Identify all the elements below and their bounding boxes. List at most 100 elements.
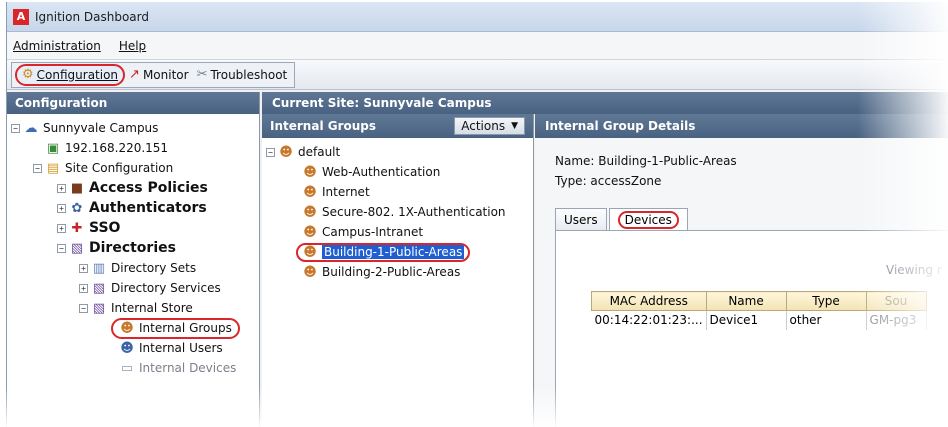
tree-item-internal-groups[interactable]: ☻ Internal Groups bbox=[7, 317, 259, 339]
internal-group-details-panel: Internal Group Details Name: Building-1-… bbox=[535, 114, 948, 427]
menu-bar: Administration Help bbox=[7, 32, 948, 60]
group-item[interactable]: ☻ Internet bbox=[262, 182, 533, 202]
tree-item-label: Internal Store bbox=[111, 301, 193, 315]
column-header-source[interactable]: Sou bbox=[865, 291, 927, 311]
tools-icon: ✂ bbox=[196, 67, 208, 82]
campus-icon: ☁ bbox=[24, 120, 38, 136]
tree-item-label: Site Configuration bbox=[65, 161, 174, 175]
group-icon: ☻ bbox=[303, 224, 317, 240]
site-config-icon: ▤ bbox=[46, 160, 60, 176]
directories-icon: ▧ bbox=[70, 240, 84, 256]
internal-store-icon: ▧ bbox=[92, 300, 106, 316]
devices-table: MAC Address Name Type Sou 00:14:22:01:23… bbox=[591, 291, 927, 330]
gear-icon: ⚙ bbox=[22, 67, 34, 82]
window-title: Ignition Dashboard bbox=[35, 9, 149, 24]
app-window: A Ignition Dashboard Administration Help… bbox=[6, 2, 948, 427]
device-icon: ▭ bbox=[120, 360, 134, 376]
tree-item-sso[interactable]: + ✚ SSO bbox=[7, 218, 259, 238]
expand-icon[interactable]: + bbox=[79, 283, 88, 293]
cell-name: Device1 bbox=[706, 310, 787, 330]
group-item[interactable]: ☻ Secure-802. 1X-Authentication bbox=[262, 202, 533, 222]
menu-administration[interactable]: Administration bbox=[13, 39, 101, 53]
directory-services-icon: ▧ bbox=[92, 280, 106, 296]
tree-item-directory-services[interactable]: + ▧ Directory Services bbox=[7, 278, 259, 298]
groups-tree: − ☻ default ☻ Web-Authentication ☻ Inter… bbox=[262, 138, 533, 282]
details-tabs: Users Devices bbox=[555, 208, 690, 230]
actions-dropdown[interactable]: Actions ▼ bbox=[454, 117, 525, 135]
tree-item-authenticators[interactable]: + ✿ Authenticators bbox=[7, 198, 259, 218]
expand-icon[interactable]: + bbox=[57, 183, 66, 193]
collapse-icon[interactable]: − bbox=[79, 303, 88, 313]
troubleshoot-button-label: Troubleshoot bbox=[210, 67, 288, 82]
tree-item-directory-sets[interactable]: + ▥ Directory Sets bbox=[7, 258, 259, 278]
expand-icon[interactable]: + bbox=[79, 263, 88, 273]
group-item-label: Building-2-Public-Areas bbox=[322, 265, 461, 279]
monitor-button[interactable]: ↗ Monitor bbox=[125, 64, 193, 86]
internal-groups-panel: Internal Groups Actions ▼ − ☻ default ☻ … bbox=[262, 114, 534, 427]
collapse-icon[interactable]: − bbox=[57, 243, 66, 253]
collapse-icon[interactable]: − bbox=[11, 123, 20, 133]
collapse-icon[interactable]: − bbox=[33, 163, 42, 173]
group-name: Name: Building-1-Public-Areas bbox=[555, 154, 737, 168]
menu-administration-label: Administration bbox=[13, 38, 101, 53]
tree-item-label: SSO bbox=[89, 220, 121, 236]
group-root-default[interactable]: − ☻ default bbox=[262, 142, 533, 162]
expand-icon[interactable]: + bbox=[57, 203, 66, 213]
tree-item-internal-users[interactable]: ☻ Internal Users bbox=[7, 338, 259, 358]
group-icon: ☻ bbox=[303, 244, 317, 260]
troubleshoot-button[interactable]: ✂ Troubleshoot bbox=[193, 64, 292, 86]
tree-item-internal-devices[interactable]: ▭ Internal Devices bbox=[7, 358, 259, 378]
tab-devices-label: Devices bbox=[617, 210, 679, 229]
tree-item-site-configuration[interactable]: − ▤ Site Configuration bbox=[7, 158, 259, 178]
cell-source: GM-pg3 bbox=[866, 310, 927, 330]
column-header-name[interactable]: Name bbox=[705, 291, 787, 311]
app-logo-icon: A bbox=[13, 8, 29, 25]
chevron-down-icon: ▼ bbox=[511, 121, 518, 131]
expand-icon[interactable]: + bbox=[57, 223, 66, 233]
sso-icon: ✚ bbox=[71, 220, 83, 236]
menu-help-label: Help bbox=[118, 38, 147, 53]
tree-item-directories[interactable]: − ▧ Directories bbox=[7, 238, 259, 258]
collapse-icon[interactable]: − bbox=[266, 147, 275, 157]
group-item-label: Secure-802. 1X-Authentication bbox=[322, 205, 506, 219]
tab-users[interactable]: Users bbox=[555, 208, 607, 230]
group-type: Type: accessZone bbox=[555, 174, 662, 188]
group-item-label: Internet bbox=[322, 185, 370, 199]
tab-devices[interactable]: Devices bbox=[608, 208, 688, 230]
tree-item-sunnyvale-campus[interactable]: − ☁ Sunnyvale Campus bbox=[7, 118, 259, 138]
configuration-panel-header: Configuration bbox=[7, 92, 259, 114]
column-header-type[interactable]: Type bbox=[785, 291, 867, 311]
policy-icon: ■ bbox=[70, 180, 84, 196]
group-icon: ☻ bbox=[303, 204, 317, 220]
tree-item-access-policies[interactable]: + ■ Access Policies bbox=[7, 178, 259, 198]
tree-item-label: Directories bbox=[89, 240, 176, 256]
chart-icon: ↗ bbox=[129, 67, 140, 82]
menu-help[interactable]: Help bbox=[119, 39, 146, 53]
table-row[interactable]: 00:14:22:01:23:... Device1 other GM-pg3 bbox=[591, 310, 927, 330]
group-icon: ☻ bbox=[303, 184, 317, 200]
group-item[interactable]: ☻ Building-2-Public-Areas bbox=[262, 262, 533, 282]
group-root-label: default bbox=[298, 145, 341, 159]
group-item-label: Web-Authentication bbox=[322, 165, 441, 179]
cell-mac: 00:14:22:01:23:... bbox=[591, 310, 707, 330]
tree-item-internal-store[interactable]: − ▧ Internal Store bbox=[7, 298, 259, 318]
title-bar: A Ignition Dashboard bbox=[7, 2, 948, 32]
configuration-button-label: Configuration bbox=[36, 67, 119, 82]
group-item[interactable]: ☻ Web-Authentication bbox=[262, 162, 533, 182]
tree-item-label: Access Policies bbox=[89, 180, 208, 196]
details-header: Internal Group Details bbox=[535, 114, 948, 138]
actions-label: Actions bbox=[461, 119, 506, 133]
group-item[interactable]: ☻ Campus-Intranet bbox=[262, 222, 533, 242]
group-icon: ☻ bbox=[120, 320, 134, 336]
tree-item-label: Authenticators bbox=[89, 200, 207, 216]
configuration-button[interactable]: ⚙ Configuration bbox=[15, 63, 126, 86]
internal-groups-header: Internal Groups Actions ▼ bbox=[262, 114, 533, 138]
tree-item-label: Internal Groups bbox=[139, 321, 232, 335]
tree-item-ip[interactable]: ▣ 192.168.220.151 bbox=[7, 138, 259, 158]
column-header-mac[interactable]: MAC Address bbox=[591, 291, 707, 311]
tab-users-label: Users bbox=[564, 212, 598, 227]
group-icon: ☻ bbox=[303, 264, 317, 280]
group-item-selected[interactable]: ☻ Building-1-Public-Areas bbox=[262, 242, 533, 262]
group-item-label: Building-1-Public-Areas bbox=[322, 245, 465, 259]
group-icon: ☻ bbox=[303, 164, 317, 180]
